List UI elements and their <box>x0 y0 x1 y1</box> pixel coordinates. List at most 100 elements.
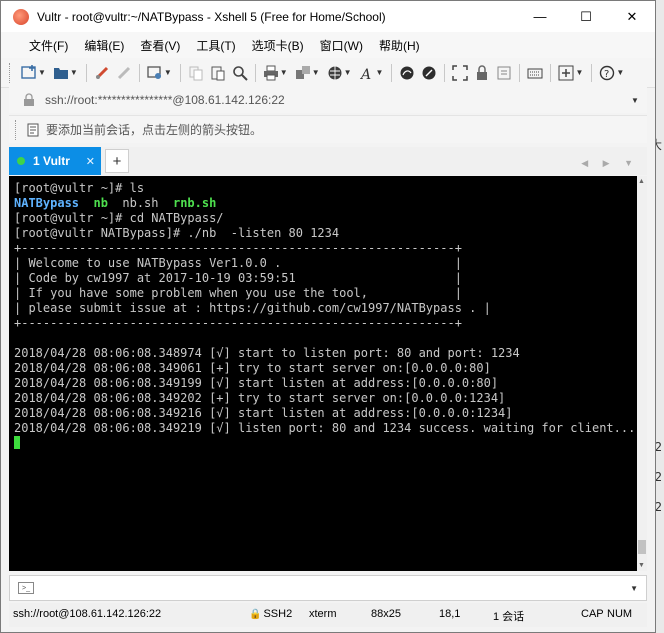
info-bar: 要添加当前会话，点击左侧的箭头按钮。 <box>9 115 647 143</box>
status-num: NUM <box>607 608 633 620</box>
menu-window[interactable]: 窗口(W) <box>312 37 371 54</box>
terminal-text: 2018/04/28 08:06:08.349199 [√] start lis… <box>14 376 499 390</box>
open-folder-icon[interactable] <box>50 62 72 84</box>
chevron-down-icon[interactable]: ▼ <box>575 68 583 77</box>
disconnect-icon[interactable] <box>113 62 135 84</box>
scrollbar-thumb[interactable] <box>638 540 646 554</box>
scroll-up-icon[interactable]: ▲ <box>638 178 645 185</box>
terminal-cursor-line <box>14 436 637 451</box>
terminal-text: 2018/04/28 08:06:08.348974 [√] start to … <box>14 346 520 360</box>
chevron-down-icon[interactable]: ▼ <box>376 68 384 77</box>
maximize-button[interactable]: ☐ <box>563 1 609 32</box>
terminal-text: nb <box>93 196 108 210</box>
toolbar-separator <box>138 63 140 82</box>
paste-icon[interactable] <box>207 62 229 84</box>
fullscreen-icon[interactable] <box>449 62 471 84</box>
print-icon[interactable] <box>260 62 282 84</box>
copy-icon[interactable] <box>185 62 207 84</box>
transfer-icon[interactable] <box>292 62 314 84</box>
terminal-scrollbar[interactable]: ▲ ▼ <box>637 176 647 571</box>
find-icon[interactable] <box>229 62 251 84</box>
terminal-text: 2018/04/28 08:06:08.349219 [√] listen po… <box>14 421 636 435</box>
status-size: 88x25 <box>371 608 401 620</box>
title-bar[interactable]: Vultr - root@vultr:~/NATBypass - Xshell … <box>1 1 655 32</box>
globe-icon[interactable] <box>324 62 346 84</box>
chevron-down-icon[interactable]: ▼ <box>280 68 288 77</box>
compose-bar[interactable]: >_ ▼ <box>9 575 647 601</box>
chevron-down-icon[interactable]: ▼ <box>616 68 624 77</box>
chevron-down-icon[interactable]: ▼ <box>38 68 46 77</box>
tab-navigation-arrows[interactable]: ◀ ▶ ▼ <box>581 158 639 169</box>
font-icon[interactable]: A <box>356 62 378 84</box>
tab-close-icon[interactable]: ✕ <box>86 155 95 168</box>
scroll-down-icon[interactable]: ▼ <box>638 562 645 569</box>
status-protocol: 🔒 SSH2 <box>249 608 292 620</box>
toolbar: ▼ ▼ ▼ ▼ ▼ ▼ A ▼ ▼ ? ▼ <box>1 58 655 88</box>
toolbar-separator <box>179 63 181 82</box>
terminal-line: 2018/04/28 08:06:08.348974 [√] start to … <box>14 346 637 361</box>
terminal-text: [root@vultr ~]# cd NATBypass/ <box>14 211 224 225</box>
terminal-output[interactable]: [root@vultr ~]# ls NATBypass nb nb.sh rnb… <box>9 176 637 571</box>
terminal-line: [root@vultr NATBypass]# ./nb -listen 80 … <box>14 226 637 241</box>
add-tab-button[interactable]: + <box>105 149 129 173</box>
menu-file[interactable]: 文件(F) <box>21 37 76 54</box>
terminal-text: +---------------------------------------… <box>14 316 462 330</box>
tab-vultr[interactable]: 1 Vultr ✕ <box>9 147 101 175</box>
toolbar-separator <box>444 63 446 82</box>
tab-label: 1 Vultr <box>33 154 70 168</box>
svg-text:A: A <box>359 67 371 81</box>
lock-icon: 🔒 <box>249 609 262 620</box>
terminal-text: 2018/04/28 08:06:08.349216 [√] start lis… <box>14 406 513 420</box>
terminal-cursor <box>14 436 20 449</box>
address-bar: ▼ <box>9 87 647 113</box>
bookmark-icon[interactable] <box>26 123 40 137</box>
menu-help[interactable]: 帮助(H) <box>371 37 428 54</box>
toolbar-grip[interactable] <box>15 119 18 140</box>
toolbar-separator <box>550 63 552 82</box>
script-icon[interactable] <box>493 62 515 84</box>
chevron-down-icon[interactable]: ▼ <box>630 584 638 593</box>
menu-edit[interactable]: 编辑(E) <box>76 37 132 54</box>
chevron-down-icon[interactable]: ▼ <box>312 68 320 77</box>
add-icon[interactable] <box>555 62 577 84</box>
chevron-down-icon[interactable]: ▼ <box>164 68 172 77</box>
terminal-line: | Code by cw1997 at 2017-10-19 03:59:51 … <box>14 271 637 286</box>
toolbar-separator <box>391 63 393 82</box>
help-icon[interactable]: ? <box>596 62 618 84</box>
terminal-line: NATBypass nb nb.sh rnb.sh <box>14 196 637 211</box>
menu-tools[interactable]: 工具(T) <box>188 37 243 54</box>
menu-tab[interactable]: 选项卡(B) <box>244 37 312 54</box>
terminal-text: 2018/04/28 08:06:08.349202 [+] try to st… <box>14 391 506 405</box>
xftp-icon[interactable] <box>396 62 418 84</box>
minimize-button[interactable]: — <box>517 1 563 32</box>
chevron-down-icon[interactable]: ▼ <box>70 68 78 77</box>
chevron-down-icon[interactable]: ▼ <box>623 96 647 105</box>
terminal-text: | please submit issue at : https://githu… <box>14 301 491 315</box>
status-bar: ssh://root@108.61.142.126:22 🔒 SSH2 xterm… <box>9 603 647 627</box>
menu-bar: 文件(F) 编辑(E) 查看(V) 工具(T) 选项卡(B) 窗口(W) 帮助(… <box>1 32 655 58</box>
new-session-icon[interactable] <box>18 62 40 84</box>
terminal-line: 2018/04/28 08:06:08.349061 [+] try to st… <box>14 361 637 376</box>
terminal-text: [root@vultr ~]# ls <box>14 181 145 195</box>
menu-view[interactable]: 查看(V) <box>132 37 188 54</box>
xmanager-icon[interactable] <box>418 62 440 84</box>
compose-icon[interactable]: >_ <box>18 582 34 594</box>
keyboard-icon[interactable] <box>524 62 546 84</box>
terminal-text: | If you have some problem when you use … <box>14 286 462 300</box>
terminal-text: | Welcome to use NATBypass Ver1.0.0 . | <box>14 256 462 270</box>
window-title: Vultr - root@vultr:~/NATBypass - Xshell … <box>37 9 386 24</box>
address-input[interactable] <box>45 93 623 107</box>
chevron-down-icon[interactable]: ▼ <box>344 68 352 77</box>
xshell-window: Vultr - root@vultr:~/NATBypass - Xshell … <box>0 0 656 633</box>
connection-status-icon <box>17 157 25 165</box>
properties-icon[interactable] <box>144 62 166 84</box>
lock-icon[interactable] <box>471 62 493 84</box>
info-text: 要添加当前会话，点击左侧的箭头按钮。 <box>46 123 263 137</box>
close-button[interactable]: ✕ <box>609 1 655 32</box>
toolbar-grip[interactable] <box>9 62 12 83</box>
terminal-line: | please submit issue at : https://githu… <box>14 301 637 316</box>
connect-icon[interactable] <box>91 62 113 84</box>
terminal-line: 2018/04/28 08:06:08.349216 [√] start lis… <box>14 406 637 421</box>
terminal-text: +---------------------------------------… <box>14 241 462 255</box>
terminal-text: [root@vultr NATBypass]# ./nb -listen 80 … <box>14 226 340 240</box>
